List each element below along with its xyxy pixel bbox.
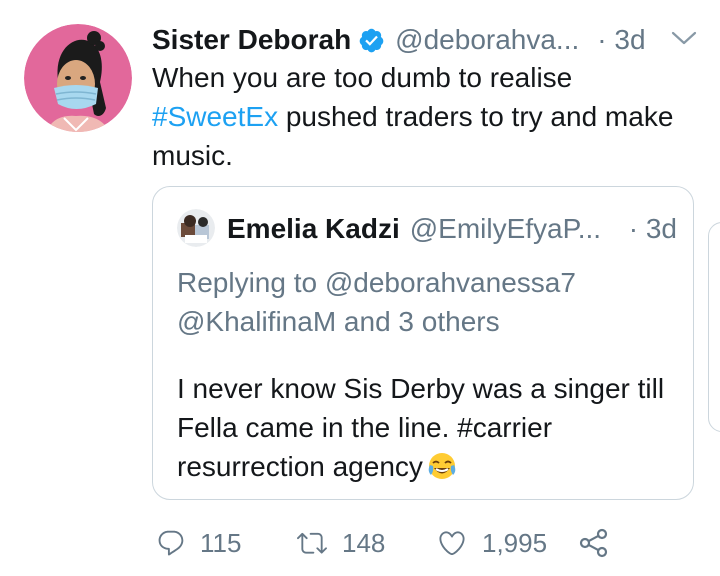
like-button[interactable]: 1,995: [436, 522, 547, 564]
tweet-header: Sister Deborah @deborahva... · 3d: [152, 20, 702, 60]
reply-button[interactable]: 115: [156, 522, 241, 564]
retweet-icon: [296, 528, 328, 558]
author-name[interactable]: Sister Deborah: [152, 24, 351, 56]
author-handle[interactable]: @deborahva...: [395, 24, 579, 56]
share-button[interactable]: [578, 522, 610, 564]
face-with-tears-of-joy-icon: [427, 451, 457, 481]
tweet-actions: 115 148 1,995: [152, 522, 632, 564]
heart-icon: [436, 528, 468, 558]
author-avatar-icon[interactable]: [24, 24, 132, 132]
replying-to-line2[interactable]: @KhalifinaM and 3 others: [177, 306, 500, 337]
tweet-time[interactable]: · 3d: [597, 24, 645, 56]
tweet[interactable]: Sister Deborah @deborahva... · 3d When y…: [0, 0, 720, 576]
share-icon: [578, 527, 610, 559]
hashtag-link[interactable]: #SweetEx: [152, 101, 278, 132]
tweet-text: When you are too dumb to realise #SweetE…: [152, 58, 692, 175]
quote-text-body: I never know Sis Derby was a singer till…: [177, 373, 665, 482]
quote-author-avatar-icon[interactable]: [177, 209, 215, 247]
quoted-tweet[interactable]: Emelia Kadzi @EmilyEfyaP... · 3d Replyin…: [152, 186, 694, 500]
reply-bubble-icon: [156, 528, 186, 558]
replying-to-line1[interactable]: Replying to @deborahvanessa7: [177, 267, 576, 298]
quote-text: I never know Sis Derby was a singer till…: [177, 369, 677, 486]
quote-author-handle[interactable]: @EmilyEfyaP...: [410, 213, 601, 245]
quote-header: Emelia Kadzi @EmilyEfyaP... · 3d: [227, 209, 677, 249]
quote-time[interactable]: · 3d: [629, 213, 677, 245]
reply-count: 115: [200, 527, 242, 558]
like-count: 1,995: [482, 527, 548, 558]
replying-to: Replying to @deborahvanessa7 @KhalifinaM…: [177, 263, 677, 341]
retweet-count: 148: [342, 527, 386, 558]
tweet-text-part1: When you are too dumb to realise: [152, 62, 573, 93]
chevron-down-icon[interactable]: [670, 28, 698, 48]
retweet-button[interactable]: 148: [296, 522, 385, 564]
quote-author-name[interactable]: Emelia Kadzi: [227, 213, 400, 245]
next-card-edge: [708, 222, 720, 432]
verified-badge-icon: [358, 27, 385, 54]
